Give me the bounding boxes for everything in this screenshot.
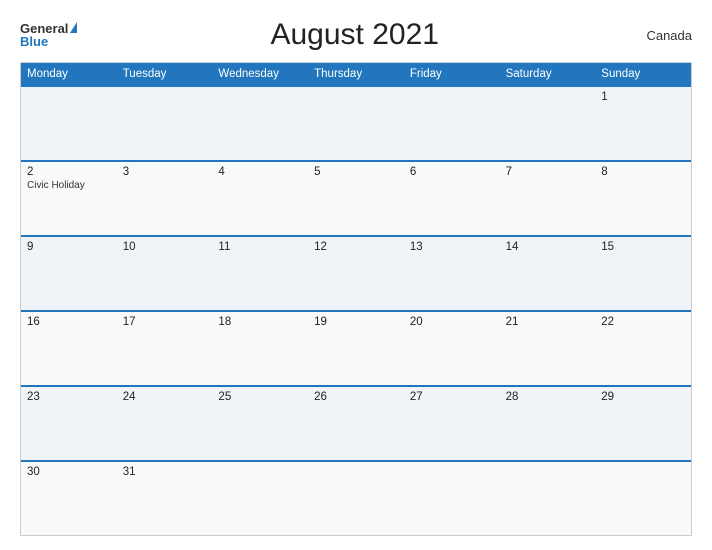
day-number: 30 [27,466,111,478]
month-title: August 2021 [77,18,632,52]
calendar-cell-4-4: 27 [404,387,500,460]
calendar-cell-0-4 [404,87,500,160]
day-number: 8 [601,166,685,178]
calendar: MondayTuesdayWednesdayThursdayFridaySatu… [20,62,692,536]
day-number: 1 [601,91,685,103]
calendar-cell-2-1: 10 [117,237,213,310]
calendar-cell-2-3: 12 [308,237,404,310]
day-number: 7 [506,166,590,178]
day-number: 25 [218,391,302,403]
calendar-cell-5-4 [404,462,500,535]
calendar-cell-5-6 [595,462,691,535]
day-number: 15 [601,241,685,253]
day-number: 13 [410,241,494,253]
calendar-cell-5-5 [500,462,596,535]
calendar-cell-5-1: 31 [117,462,213,535]
header-day-sunday: Sunday [595,63,691,85]
header-day-tuesday: Tuesday [117,63,213,85]
country-label: Canada [632,28,692,43]
day-event: Civic Holiday [27,180,111,191]
header-day-wednesday: Wednesday [212,63,308,85]
calendar-cell-1-3: 5 [308,162,404,235]
calendar-body: 12Civic Holiday3456789101112131415161718… [21,85,691,535]
calendar-cell-0-2 [212,87,308,160]
calendar-row-5: 30 31 [21,460,691,535]
calendar-cell-3-0: 16 [21,312,117,385]
day-number: 2 [27,166,111,178]
day-number: 16 [27,316,111,328]
day-number: 6 [410,166,494,178]
day-number: 19 [314,316,398,328]
calendar-cell-2-5: 14 [500,237,596,310]
calendar-cell-2-2: 11 [212,237,308,310]
page: General Blue August 2021 Canada MondayTu… [0,0,712,550]
day-number: 3 [123,166,207,178]
day-number: 28 [506,391,590,403]
calendar-cell-4-5: 28 [500,387,596,460]
calendar-row-3: 16 17 18 19 20 21 22 [21,310,691,385]
header-day-saturday: Saturday [500,63,596,85]
calendar-cell-4-2: 25 [212,387,308,460]
calendar-cell-5-0: 30 [21,462,117,535]
day-number: 20 [410,316,494,328]
day-number: 9 [27,241,111,253]
day-number: 18 [218,316,302,328]
day-number: 17 [123,316,207,328]
calendar-cell-4-3: 26 [308,387,404,460]
day-number: 29 [601,391,685,403]
header: General Blue August 2021 Canada [20,18,692,52]
header-day-monday: Monday [21,63,117,85]
calendar-cell-1-4: 6 [404,162,500,235]
logo: General Blue [20,22,77,48]
header-day-friday: Friday [404,63,500,85]
calendar-cell-0-0 [21,87,117,160]
calendar-cell-1-5: 7 [500,162,596,235]
logo-blue-text: Blue [20,35,48,48]
calendar-cell-3-1: 17 [117,312,213,385]
day-number: 27 [410,391,494,403]
day-number: 12 [314,241,398,253]
calendar-row-0: 1 [21,85,691,160]
calendar-cell-3-5: 21 [500,312,596,385]
calendar-cell-4-1: 24 [117,387,213,460]
day-number: 24 [123,391,207,403]
calendar-cell-2-0: 9 [21,237,117,310]
day-number: 5 [314,166,398,178]
calendar-cell-5-2 [212,462,308,535]
calendar-cell-4-6: 29 [595,387,691,460]
day-number: 31 [123,466,207,478]
calendar-cell-5-3 [308,462,404,535]
logo-triangle-icon [70,22,77,33]
day-number: 21 [506,316,590,328]
calendar-cell-1-2: 4 [212,162,308,235]
calendar-cell-1-1: 3 [117,162,213,235]
calendar-cell-0-5 [500,87,596,160]
header-day-thursday: Thursday [308,63,404,85]
calendar-row-4: 23 24 25 26 27 28 29 [21,385,691,460]
calendar-cell-0-3 [308,87,404,160]
calendar-cell-1-0: 2 Civic Holiday [21,162,117,235]
calendar-row-1: 2 Civic Holiday 345678 [21,160,691,235]
day-number: 23 [27,391,111,403]
day-number: 22 [601,316,685,328]
calendar-cell-2-4: 13 [404,237,500,310]
calendar-cell-0-6: 1 [595,87,691,160]
calendar-cell-0-1 [117,87,213,160]
calendar-row-2: 9 10 11 12 13 14 15 [21,235,691,310]
calendar-cell-3-3: 19 [308,312,404,385]
day-number: 11 [218,241,302,253]
day-number: 4 [218,166,302,178]
calendar-cell-4-0: 23 [21,387,117,460]
day-number: 26 [314,391,398,403]
calendar-header: MondayTuesdayWednesdayThursdayFridaySatu… [21,63,691,85]
day-number: 10 [123,241,207,253]
calendar-cell-3-2: 18 [212,312,308,385]
calendar-cell-3-6: 22 [595,312,691,385]
calendar-cell-3-4: 20 [404,312,500,385]
calendar-cell-2-6: 15 [595,237,691,310]
calendar-cell-1-6: 8 [595,162,691,235]
day-number: 14 [506,241,590,253]
